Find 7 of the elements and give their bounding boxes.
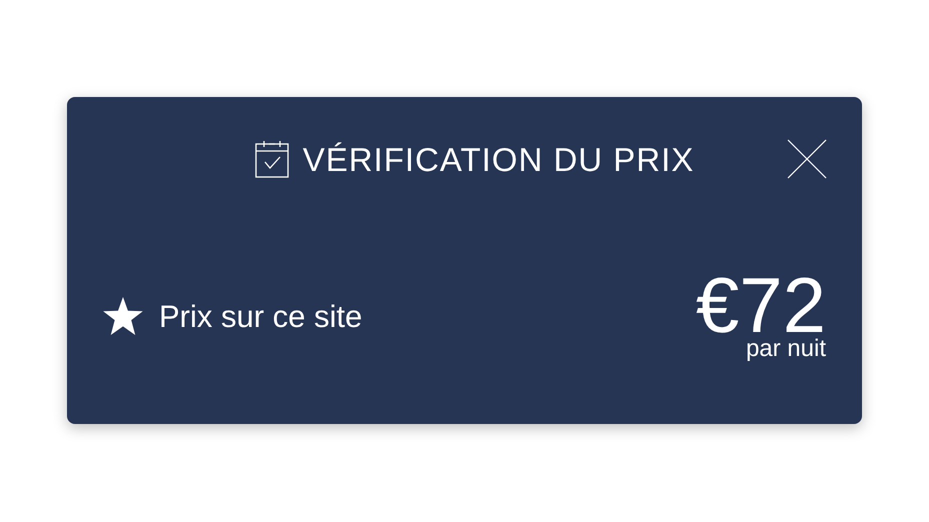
- price-unit: par nuit: [746, 337, 826, 361]
- close-icon: [787, 139, 827, 179]
- dialog-title: VÉRIFICATION DU PRIX: [302, 142, 694, 176]
- calendar-check-icon: [254, 140, 289, 178]
- offer-label: Prix sur ce site: [159, 300, 362, 332]
- close-button[interactable]: [787, 139, 827, 179]
- star-icon: [103, 297, 143, 335]
